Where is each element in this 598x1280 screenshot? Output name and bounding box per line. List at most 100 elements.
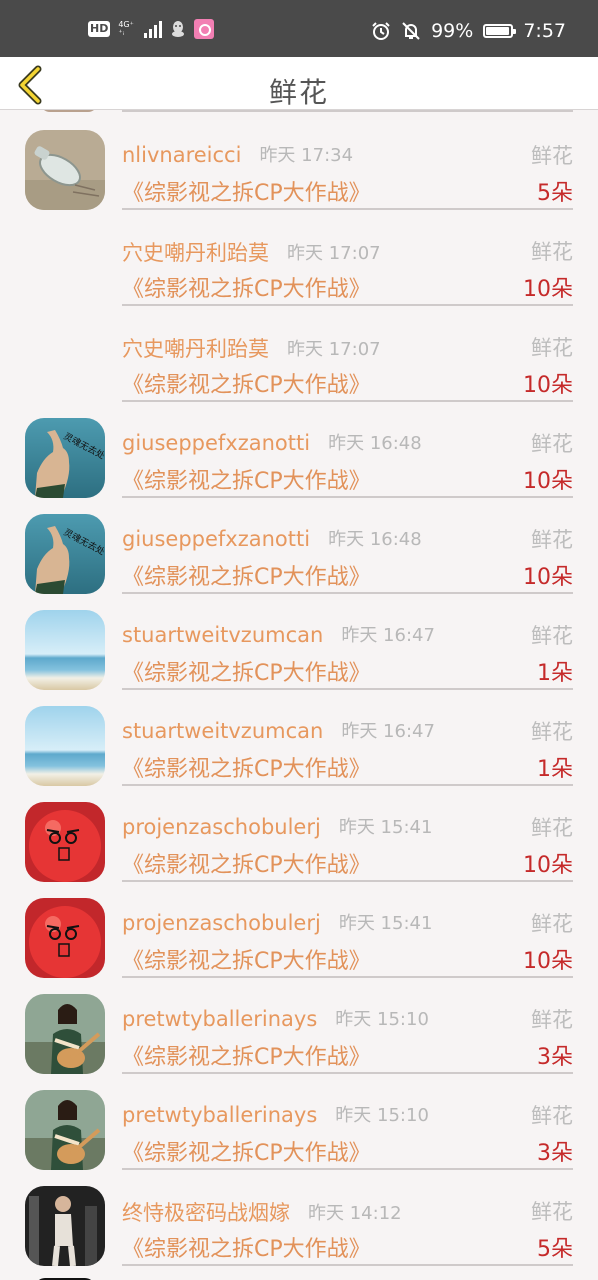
send-time: 昨天 15:10 [335,1009,429,1030]
gift-count: 5朵 [537,181,573,206]
user-avatar[interactable] [25,1186,105,1266]
book-title-link[interactable]: 《综影视之拆CP大作战》 [122,655,371,687]
book-title-link[interactable]: 《综影视之拆CP大作战》 [122,847,371,879]
gift-count: 3朵 [537,1141,573,1166]
book-title-link[interactable]: 《综影视之拆CP大作战》 [122,1135,371,1167]
send-time: 昨天 15:41 [338,913,433,934]
sender-name-text[interactable]: giuseppefxzanotti [122,431,310,455]
sender-name-text[interactable]: projenzaschobulerj [122,911,321,935]
send-time: 昨天 16:48 [328,529,422,550]
user-avatar[interactable] [25,610,105,690]
send-time: 昨天 16:48 [328,433,422,454]
gift-record-row[interactable]: 穴史嘲丹利跆莫 昨天 17:07 鲜花 《综影视之拆CP大作战》 10朵 [0,208,598,306]
sender-name[interactable]: 穴史嘲丹利跆莫 昨天 17:07 [122,333,381,363]
sender-name[interactable]: pretwtyballerinays 昨天 15:10 [122,1005,429,1031]
user-avatar[interactable] [25,1090,105,1170]
clock: 7:57 [523,20,566,42]
sender-name[interactable]: stuartweitvzumcan 昨天 16:47 [122,621,435,647]
book-title-link[interactable]: 《综影视之拆CP大作战》 [122,463,371,495]
sender-name[interactable]: projenzaschobulerj 昨天 15:41 [122,909,432,935]
user-avatar[interactable] [25,130,105,210]
sender-name[interactable]: projenzaschobulerj 昨天 15:41 [122,813,432,839]
book-title-link[interactable]: 《综影视之拆CP大作战》 [122,943,371,975]
gift-type: 鲜花 [531,144,573,168]
sender-name-text[interactable]: pretwtyballerinays [122,1007,317,1031]
gift-type: 鲜花 [531,432,573,456]
gift-record-row[interactable]: pretwtyballerinays 昨天 15:10 鲜花《综影视之拆CP大作战》… [0,976,598,1074]
book-title-link[interactable]: 《综影视之拆CP大作战》 [122,559,371,591]
user-avatar[interactable] [25,706,105,786]
gift-type: 鲜花 [531,912,573,936]
book-title-link[interactable]: 《综影视之拆CP大作战》 [122,751,371,783]
sender-name[interactable]: stuartweitvzumcan 昨天 16:47 [122,717,435,743]
gift-count: 5朵 [537,1237,573,1262]
gift-record-row[interactable]: 终恃极密码战烟嫁 昨天 14:12 鲜花《综影视之拆CP大作战》 5朵 [0,1168,598,1266]
send-time: 昨天 17:07 [287,243,381,264]
gift-record-row[interactable]: projenzaschobulerj 昨天 15:41 鲜花《综影视之拆CP大作战》… [0,880,598,978]
gift-type: 鲜花 [531,624,573,648]
divider [122,1264,573,1266]
gift-record-row[interactable]: stuartweitvzumcan 昨天 16:47 鲜花《综影视之拆CP大作战》 1… [0,688,598,786]
book-title-link[interactable]: 《综影视之拆CP大作战》 [122,175,371,207]
user-avatar[interactable]: 灵魂无去处 [25,514,105,594]
gift-type: 鲜花 [531,1200,573,1224]
page-title: 鲜花 [268,76,329,109]
status-right: 99% 7:57 [371,20,566,42]
app-header: 鲜花 [0,57,598,110]
gift-type: 鲜花 [531,1008,573,1032]
gift-count: 1朵 [537,757,573,782]
mute-icon [402,22,420,40]
status-bar: HD 4G⁺ ⁺ᵢ 99% 7:57 [0,0,598,57]
sender-name-text[interactable]: 穴史嘲丹利跆莫 [122,241,269,265]
book-title-link[interactable]: 《综影视之拆CP大作战》 [122,271,371,303]
sender-name[interactable]: giuseppefxzanotti 昨天 16:48 [122,429,422,455]
gift-count: 1朵 [537,661,573,686]
gift-count: 10朵 [523,565,573,590]
sender-name-text[interactable]: pretwtyballerinays [122,1103,317,1127]
sender-name[interactable]: 穴史嘲丹利跆莫 昨天 17:07 [122,237,381,267]
gift-record-list[interactable]: nlivnareicci 昨天 17:34 鲜花 《综影视之拆CP大作战》 5朵 穴史嘲丹… [0,110,598,1280]
sender-name[interactable]: 终恃极密码战烟嫁 昨天 14:12 [122,1197,402,1227]
camera-app-icon [193,19,214,39]
user-avatar[interactable] [25,802,105,882]
sender-name-text[interactable]: stuartweitvzumcan [122,719,323,743]
user-avatar[interactable] [25,898,105,978]
book-title-link[interactable]: 《综影视之拆CP大作战》 [122,367,371,399]
network-type-bottom: ⁺ᵢ [118,28,124,37]
sender-name-text[interactable]: nlivnareicci [122,143,241,167]
sender-name-text[interactable]: 穴史嘲丹利跆莫 [122,337,269,361]
gift-type: 鲜花 [531,816,573,840]
send-time: 昨天 16:47 [341,625,435,646]
sender-name[interactable]: nlivnareicci 昨天 17:34 [122,141,353,167]
gift-type: 鲜花 [531,336,573,360]
user-avatar[interactable]: 灵魂无去处 [25,418,105,498]
sender-name-text[interactable]: 终恃极密码战烟嫁 [122,1201,290,1225]
gift-count: 3朵 [537,1045,573,1070]
gift-record-row[interactable]: 穴史嘲丹利跆莫 昨天 17:07 鲜花 《综影视之拆CP大作战》 10朵 [0,304,598,402]
gift-record-row[interactable]: stuartweitvzumcan 昨天 16:47 鲜花《综影视之拆CP大作战》 1… [0,592,598,690]
sender-name-text[interactable]: stuartweitvzumcan [122,623,323,647]
alarm-icon [372,22,390,40]
gift-count: 10朵 [523,853,573,878]
gift-type: 鲜花 [531,720,573,744]
user-avatar[interactable] [25,994,105,1074]
send-time: 昨天 14:12 [308,1203,402,1224]
book-title-link[interactable]: 《综影视之拆CP大作战》 [122,1039,371,1071]
book-title-link[interactable]: 《综影视之拆CP大作战》 [122,1231,371,1263]
gift-record-row[interactable]: 灵魂无去处 giuseppefxzanotti 昨天 16:48 鲜花《综影视之拆CP… [0,400,598,498]
send-time: 昨天 16:47 [341,721,435,742]
gift-record-row[interactable]: nlivnareicci 昨天 17:34 鲜花《综影视之拆CP大作战》 5朵 [0,112,598,210]
gift-record-row[interactable]: projenzaschobulerj 昨天 15:41 鲜花《综影视之拆CP大作战》… [0,784,598,882]
gift-record-row[interactable]: pretwtyballerinays 昨天 15:10 鲜花 《综影视之拆CP大作战》… [0,1072,598,1170]
gift-record-row[interactable]: 灵魂无去处 giuseppefxzanotti 昨天 16:48 鲜花《综影视之拆CP… [0,496,598,594]
sender-name[interactable]: giuseppefxzanotti 昨天 16:48 [122,525,422,551]
gift-type: 鲜花 [531,528,573,552]
battery-icon [483,24,517,38]
gift-count: 10朵 [523,949,573,974]
sender-name[interactable]: pretwtyballerinays 昨天 15:10 [122,1101,429,1127]
sender-name-text[interactable]: giuseppefxzanotti [122,527,310,551]
sender-name-text[interactable]: projenzaschobulerj [122,815,321,839]
signal-icon [143,20,162,38]
send-time: 昨天 15:41 [338,817,433,838]
gift-count: 10朵 [523,277,573,302]
